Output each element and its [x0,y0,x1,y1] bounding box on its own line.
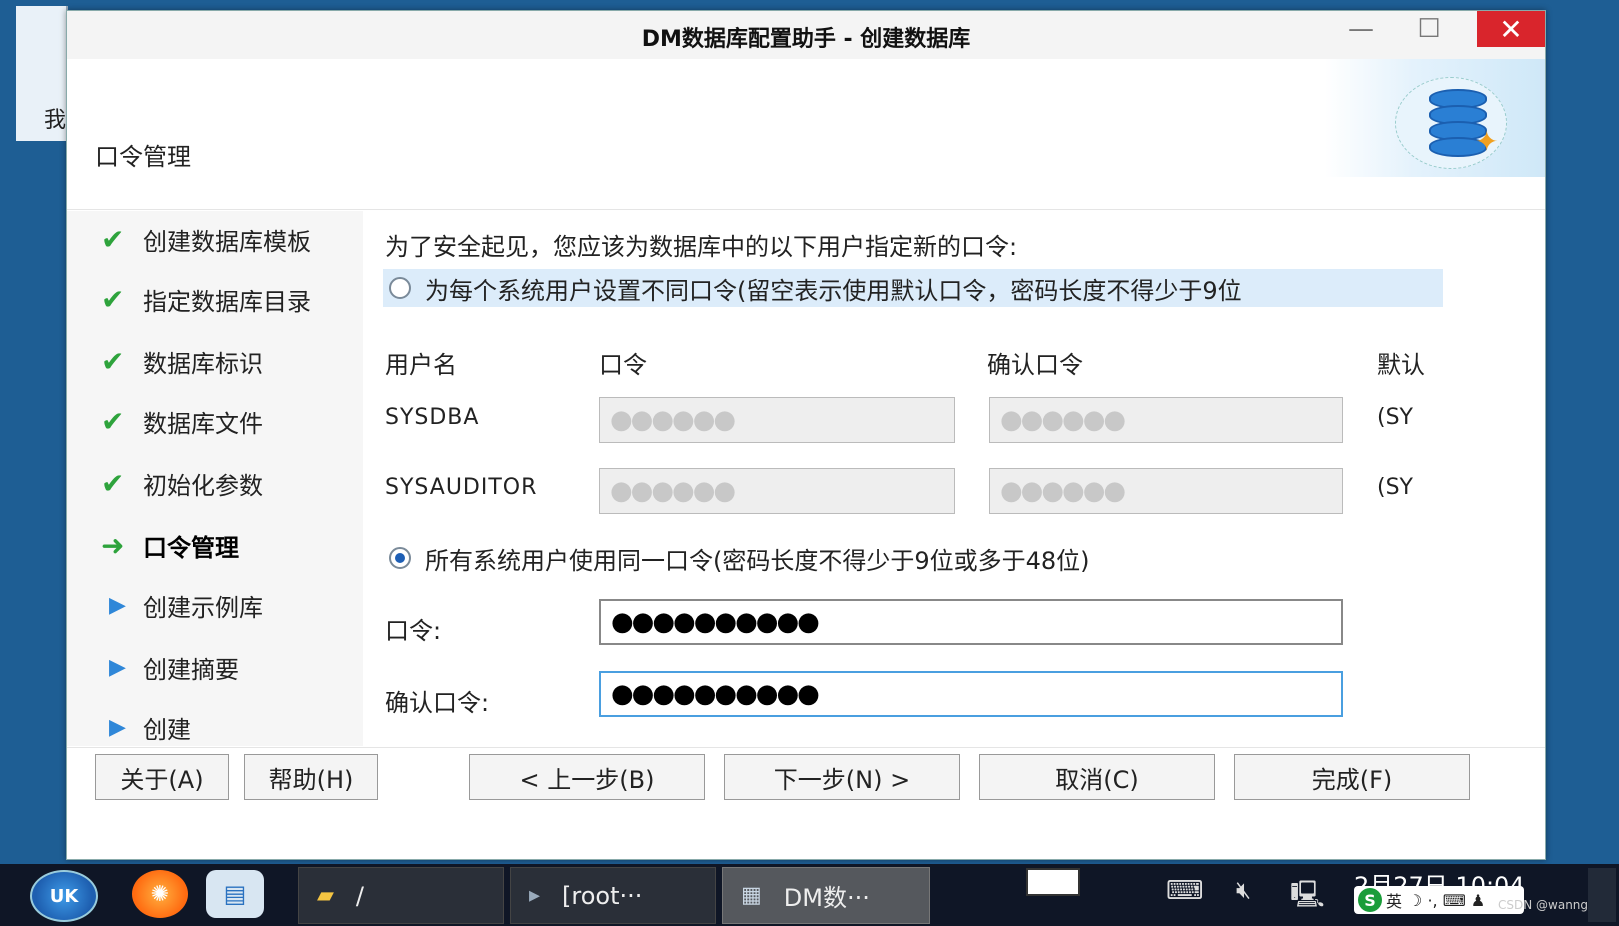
prev-button[interactable]: < 上一步(B) [469,754,705,800]
col-confirm: 确认口令 [987,351,1083,379]
start-menu-button[interactable]: UK [30,870,98,922]
radio-same[interactable] [389,547,411,569]
sogou-icon: S [1358,888,1382,912]
check-icon: ✔ [101,282,125,316]
option-same-password[interactable]: 所有系统用户使用同一口令(密码长度不得少于9位或多于48位) [383,539,1090,577]
step-label: 创建 [143,715,191,744]
check-icon: ✔ [101,222,125,256]
wizard-header: 口令管理 ✦ [67,59,1545,210]
next-button[interactable]: 下一步(N) > [724,754,960,800]
taskbar-item-terminal[interactable]: ▸ [root··· [510,867,716,924]
close-button[interactable]: ✕ [1477,11,1545,47]
user-sysdba: SYSDBA [385,405,480,430]
triangle-right-icon: ▶ [109,654,126,680]
config-assistant-window: DM数据库配置助手 - 创建数据库 — ☐ ✕ 口令管理 ✦ ✔ 创建数据库模板… [66,10,1546,860]
task-label: DM数··· [783,884,870,912]
option-individual-label: 为每个系统用户设置不同口令(留空表示使用默认口令，密码长度不得少于9位 [425,276,1242,305]
taskbar-item-folder[interactable]: ▰ / [298,867,504,924]
wizard-button-bar: 关于(A) 帮助(H) < 上一步(B) 下一步(N) > 取消(C) 完成(F… [67,747,1545,858]
step-label: 数据库标识 [143,349,263,378]
triangle-right-icon: ▶ [109,592,126,618]
ime-mode: 英 [1386,892,1403,911]
sysauditor-confirm-field[interactable]: ●●●●●● [989,468,1343,514]
terminal-icon: ▸ [529,883,541,908]
dm-icon: ▦ [741,883,762,908]
sysauditor-password-field[interactable]: ●●●●●● [599,468,955,514]
check-icon: ✔ [101,344,125,378]
page-title: 口令管理 [95,143,191,171]
workspace-indicator[interactable] [1026,868,1080,896]
step-create: ▶ 创建 [101,707,191,746]
step-label: 创建数据库模板 [143,227,311,256]
task-label: / [355,881,365,910]
intro-text: 为了安全起见，您应该为数据库中的以下用户指定新的口令: [385,233,1018,261]
moon-icon: ☽ ·, ⌨ ♟ [1408,890,1486,910]
check-icon: ✔ [101,466,125,500]
check-icon: ✔ [101,404,125,438]
database-logo-icon: ✦ [1325,59,1545,177]
window-title: DM数据库配置助手 - 创建数据库 [641,27,971,52]
step-label: 口令管理 [143,533,239,562]
firefox-icon[interactable]: ✺ [132,870,188,918]
wizard-steps-nav: ✔ 创建数据库模板 ✔ 指定数据库目录 ✔ 数据库标识 ✔ 数据库文件 ✔ 初始… [67,211,363,746]
show-desktop-button[interactable] [1588,868,1616,922]
volume-muted-icon[interactable]: 🔇︎ [1236,876,1251,904]
about-button[interactable]: 关于(A) [95,754,229,800]
step-label: 创建摘要 [143,655,239,684]
col-default: 默认 [1377,351,1425,379]
password-field[interactable]: ●●●●●●●●●● [599,599,1343,645]
option-individual-passwords[interactable]: 为每个系统用户设置不同口令(留空表示使用默认口令，密码长度不得少于9位 [383,269,1443,307]
arrow-right-icon: ➜ [101,528,125,562]
maximize-button[interactable]: ☐ [1395,11,1463,47]
task-label: [root··· [562,881,643,910]
col-password: 口令 [599,351,647,379]
step-db-identifier: ✔ 数据库标识 [101,341,263,381]
confirm-password-label: 确认口令: [385,689,490,717]
step-summary: ▶ 创建摘要 [101,647,239,687]
password-panel: 为了安全起见，您应该为数据库中的以下用户指定新的口令: 为每个系统用户设置不同口… [363,211,1523,746]
sysauditor-default: (SY [1377,475,1413,500]
password-label: 口令: [385,617,442,645]
confirm-password-field[interactable]: ●●●●●●●●●● [599,671,1343,717]
file-manager-icon[interactable]: ▤ [206,870,264,918]
desktop-icon[interactable]: 我 [16,6,68,141]
help-button[interactable]: 帮助(H) [244,754,378,800]
step-label: 初始化参数 [143,471,263,500]
cancel-button[interactable]: 取消(C) [979,754,1215,800]
option-same-label: 所有系统用户使用同一口令(密码长度不得少于9位或多于48位) [425,546,1090,575]
sysdba-default: (SY [1377,405,1413,430]
step-db-files: ✔ 数据库文件 [101,401,263,441]
taskbar: UK ✺ ▤ ▰ / ▸ [root··· ▦ DM数··· ⌨ 🔇︎ 🖳︎ 2… [0,864,1619,926]
desktop-icon-label: 我 [44,108,67,133]
step-db-directory: ✔ 指定数据库目录 [101,279,311,319]
sysdba-password-field[interactable]: ●●●●●● [599,397,955,443]
step-label: 创建示例库 [143,593,263,622]
step-label: 指定数据库目录 [143,287,311,316]
step-create-template: ✔ 创建数据库模板 [101,219,311,259]
title-bar[interactable]: DM数据库配置助手 - 创建数据库 — ☐ ✕ [67,11,1545,60]
col-username: 用户名 [385,351,457,379]
radio-individual[interactable] [389,277,411,299]
taskbar-item-dm[interactable]: ▦ DM数··· [722,867,930,924]
user-sysauditor: SYSAUDITOR [385,475,538,500]
step-init-params: ✔ 初始化参数 [101,463,263,503]
folder-icon: ▰ [317,883,334,908]
sysdba-confirm-field[interactable]: ●●●●●● [989,397,1343,443]
step-label: 数据库文件 [143,409,263,438]
step-sample-db: ▶ 创建示例库 [101,585,263,625]
minimize-button[interactable]: — [1327,11,1395,47]
finish-button[interactable]: 完成(F) [1234,754,1470,800]
network-icon[interactable]: 🖳︎ [1290,876,1325,920]
keyboard-icon[interactable]: ⌨ [1166,876,1204,906]
step-password-mgmt: ➜ 口令管理 [101,525,239,565]
triangle-right-icon: ▶ [109,714,126,740]
